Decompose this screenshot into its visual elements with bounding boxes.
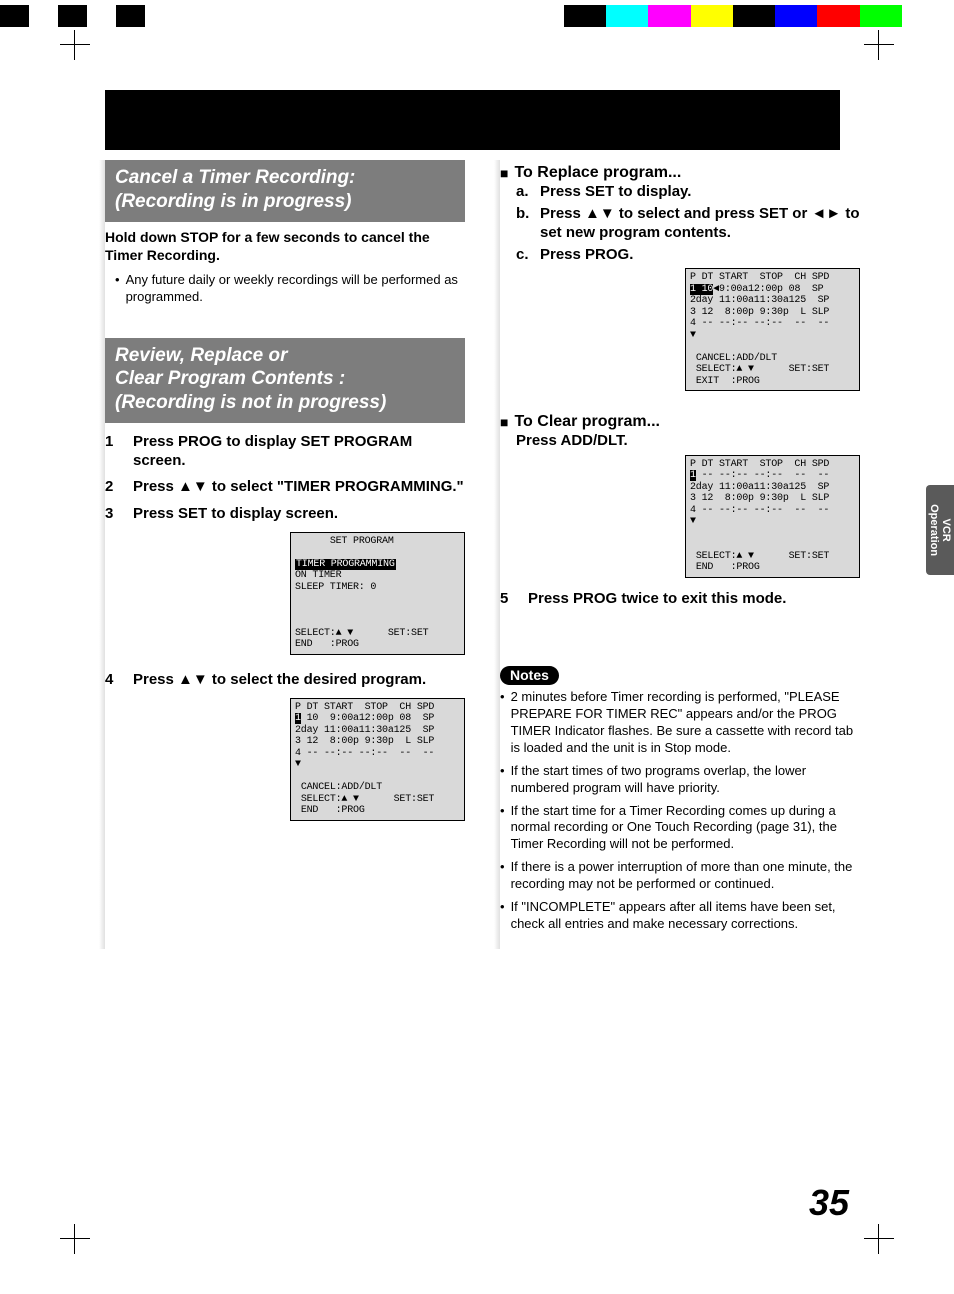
notes-label: Notes xyxy=(500,666,559,685)
step-5: 5Press PROG twice to exit this mode. xyxy=(500,590,860,609)
osd-program-list: P DT START STOP CH SPD 1 10 9:00a12:00p … xyxy=(290,698,465,821)
right-column: ■To Replace program... a.Press SET to di… xyxy=(500,160,860,939)
crop-mark xyxy=(60,1224,90,1254)
replace-heading: ■To Replace program... xyxy=(500,164,860,182)
side-tab-vcr-operation: VCR Operation xyxy=(926,485,954,575)
page-number: 35 xyxy=(809,1182,849,1224)
left-column: Cancel a Timer Recording: (Recording is … xyxy=(105,160,465,939)
print-color-bar xyxy=(0,5,954,27)
clear-heading: ■To Clear program... xyxy=(500,413,860,431)
notes-list: •2 minutes before Timer recording is per… xyxy=(500,685,860,933)
step-1: 1Press PROG to display SET PROGRAM scree… xyxy=(105,433,465,471)
replace-step-b: b.Press ▲▼ to select and press SET or ◄►… xyxy=(516,204,860,243)
crop-mark xyxy=(864,30,894,60)
step-4: 4Press ▲▼ to select the desired program. xyxy=(105,671,465,690)
crop-mark xyxy=(60,30,90,60)
osd-clear: P DT START STOP CH SPD 1 -- --:-- --:-- … xyxy=(685,455,860,578)
step-2: 2Press ▲▼ to select "TIMER PROGRAMMING." xyxy=(105,478,465,497)
osd-set-program: SET PROGRAM TIMER PROGRAMMING ON TIMER S… xyxy=(290,532,465,655)
header-bar xyxy=(105,90,840,150)
section-title-cancel: Cancel a Timer Recording: (Recording is … xyxy=(105,160,465,222)
cancel-note: •Any future daily or weekly recordings w… xyxy=(105,268,465,310)
section-title-review: Review, Replace or Clear Program Content… xyxy=(105,338,465,423)
step-3: 3Press SET to display screen. xyxy=(105,505,465,524)
replace-step-c: c.Press PROG. xyxy=(516,245,860,265)
replace-step-a: a.Press SET to display. xyxy=(516,182,860,202)
osd-replace: P DT START STOP CH SPD 1 10◄9:00a12:00p … xyxy=(685,268,860,391)
cancel-lead: Hold down STOP for a few seconds to canc… xyxy=(105,222,465,268)
crop-mark xyxy=(864,1224,894,1254)
clear-line: Press ADD/DLT. xyxy=(516,431,860,451)
